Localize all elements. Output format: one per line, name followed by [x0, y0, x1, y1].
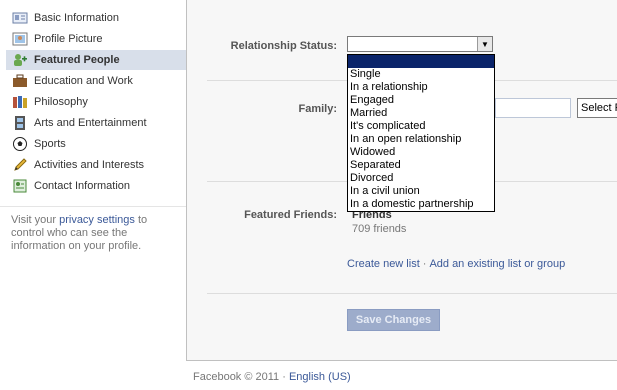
sidebar-item-label: Basic Information — [34, 12, 119, 24]
add-existing-list-link[interactable]: Add an existing list or group — [429, 258, 565, 270]
dropdown-option-single[interactable]: Single — [348, 68, 494, 81]
language-link[interactable]: English (US) — [289, 371, 351, 383]
dropdown-option-domestic-partnership[interactable]: In a domestic partnership — [348, 198, 494, 211]
featured-friends-label: Featured Friends: — [244, 209, 337, 221]
sidebar-item-education-and-work[interactable]: Education and Work — [6, 71, 186, 91]
sidebar-item-sports[interactable]: Sports — [6, 134, 186, 154]
picture-icon — [12, 31, 28, 47]
sidebar-item-label: Activities and Interests — [34, 159, 145, 171]
profile-card-icon — [12, 10, 28, 26]
dropdown-option-engaged[interactable]: Engaged — [348, 94, 494, 107]
dropdown-option-open-relationship[interactable]: In an open relationship — [348, 133, 494, 146]
sidebar-divider — [0, 206, 186, 207]
dropdown-option-married[interactable]: Married — [348, 107, 494, 120]
sidebar-item-label: Contact Information — [34, 180, 130, 192]
privacy-note: Visit your privacy settings to control w… — [11, 214, 181, 253]
link-separator: · — [422, 258, 427, 270]
dropdown-option-civil-union[interactable]: In a civil union — [348, 185, 494, 198]
sidebar-item-label: Philosophy — [34, 96, 88, 108]
create-new-list-link[interactable]: Create new list — [347, 258, 420, 270]
sidebar: Basic Information Profile Picture Featur… — [0, 0, 186, 360]
chevron-down-icon[interactable]: ▼ — [477, 37, 492, 51]
people-add-icon — [12, 52, 28, 68]
save-changes-button[interactable]: Save Changes — [347, 309, 440, 331]
briefcase-icon — [12, 73, 28, 89]
contact-card-icon — [12, 178, 28, 194]
footer: Facebook © 2011 · English (US) — [193, 371, 351, 383]
section-divider — [207, 293, 617, 294]
privacy-settings-link[interactable]: privacy settings — [59, 214, 135, 226]
soccer-ball-icon — [12, 136, 28, 152]
sidebar-item-label: Featured People — [34, 54, 120, 66]
relationship-status-dropdown: Single In a relationship Engaged Married… — [347, 54, 495, 212]
dropdown-option-widowed[interactable]: Widowed — [348, 146, 494, 159]
relationship-status-select[interactable]: ▼ — [347, 36, 493, 52]
family-member-input[interactable] — [495, 98, 571, 118]
sidebar-item-label: Sports — [34, 138, 66, 150]
film-icon — [12, 115, 28, 131]
sidebar-item-featured-people[interactable]: Featured People — [6, 50, 186, 70]
dropdown-option-blank[interactable] — [348, 55, 494, 68]
dropdown-option-divorced[interactable]: Divorced — [348, 172, 494, 185]
list-links: Create new list · Add an existing list or … — [347, 258, 565, 270]
sidebar-item-profile-picture[interactable]: Profile Picture — [6, 29, 186, 49]
dropdown-option-in-a-relationship[interactable]: In a relationship — [348, 81, 494, 94]
pencil-icon — [12, 157, 28, 173]
sidebar-item-arts-and-entertainment[interactable]: Arts and Entertainment — [6, 113, 186, 133]
books-icon — [12, 94, 28, 110]
sidebar-item-label: Arts and Entertainment — [34, 117, 147, 129]
sidebar-item-label: Education and Work — [34, 75, 133, 87]
family-relation-select[interactable]: Select F — [577, 98, 617, 118]
sidebar-item-contact-information[interactable]: Contact Information — [6, 176, 186, 196]
sidebar-item-activities-and-interests[interactable]: Activities and Interests — [6, 155, 186, 175]
sidebar-item-label: Profile Picture — [34, 33, 103, 45]
friends-count: 709 friends — [352, 223, 407, 235]
relationship-status-label: Relationship Status: — [230, 40, 337, 52]
sidebar-item-basic-information[interactable]: Basic Information — [6, 8, 186, 28]
footer-copyright: Facebook © 2011 · — [193, 371, 289, 383]
dropdown-option-its-complicated[interactable]: It's complicated — [348, 120, 494, 133]
privacy-prefix: Visit your — [11, 214, 60, 226]
sidebar-item-philosophy[interactable]: Philosophy — [6, 92, 186, 112]
dropdown-option-separated[interactable]: Separated — [348, 159, 494, 172]
family-label: Family: — [298, 103, 337, 115]
